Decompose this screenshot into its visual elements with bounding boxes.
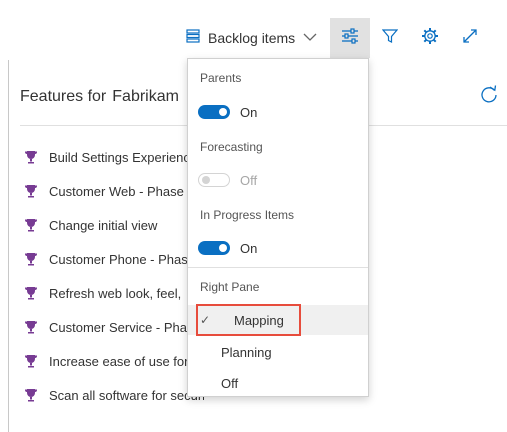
feature-title: Scan all software for security xyxy=(49,387,204,403)
option-label: Mapping xyxy=(234,312,284,328)
feature-title: Customer Web - Phase xyxy=(49,183,184,199)
parents-toggle[interactable]: On xyxy=(198,102,257,122)
forecasting-toggle-state: Off xyxy=(240,172,258,188)
toolbar: Backlog items xyxy=(0,18,507,58)
fullscreen-button[interactable] xyxy=(450,18,490,58)
view-options-menu: Parents On Forecasting Off In Progress I… xyxy=(187,58,369,397)
trophy-icon xyxy=(25,389,37,402)
list-item[interactable]: Build Settings Experience xyxy=(24,140,204,174)
menu-divider xyxy=(188,267,368,268)
forecasting-toggle[interactable]: Off xyxy=(198,170,257,190)
chevron-down-icon xyxy=(303,29,317,47)
expand-icon xyxy=(462,28,478,49)
view-options-icon xyxy=(341,27,359,49)
trophy-icon xyxy=(25,151,37,164)
feature-title: Build Settings Experience xyxy=(49,149,198,165)
trophy-icon xyxy=(25,287,37,300)
section-label-parents: Parents xyxy=(200,71,242,85)
backlog-list-icon xyxy=(186,28,200,48)
in-progress-toggle[interactable]: On xyxy=(198,238,257,258)
list-item[interactable]: Customer Service - Phase xyxy=(24,310,204,344)
feature-title: Customer Service - Phase xyxy=(49,319,201,335)
right-pane-option-planning[interactable]: Planning xyxy=(188,337,368,367)
filter-button[interactable] xyxy=(370,18,410,58)
trophy-icon xyxy=(25,219,37,232)
list-item[interactable]: Customer Phone - Phase xyxy=(24,242,204,276)
feature-title: Refresh web look, feel, xyxy=(49,285,182,301)
option-label: Planning xyxy=(221,344,272,360)
right-pane-option-mapping[interactable]: ✓ Mapping xyxy=(188,305,368,335)
feature-title: Increase ease of use for xyxy=(49,353,189,369)
list-item[interactable]: Customer Web - Phase xyxy=(24,174,204,208)
checkmark-icon: ✓ xyxy=(200,313,211,327)
feature-title: Customer Phone - Phase xyxy=(49,251,195,267)
backlog-level-selector[interactable]: Backlog items xyxy=(186,20,324,56)
feature-title: Change initial view xyxy=(49,217,158,233)
gear-icon xyxy=(421,27,439,50)
backlog-level-label: Backlog items xyxy=(208,30,296,46)
section-label-in-progress: In Progress Items xyxy=(200,208,295,222)
toggle-switch xyxy=(198,105,230,119)
panel-border xyxy=(8,60,9,432)
list-item[interactable]: Scan all software for security xyxy=(24,378,204,412)
option-label: Off xyxy=(221,375,239,391)
filter-icon xyxy=(381,28,399,49)
panel-title: Features for Fabrikam xyxy=(20,88,179,106)
settings-button[interactable] xyxy=(410,18,450,58)
view-options-button[interactable] xyxy=(330,18,370,58)
toggle-switch xyxy=(198,173,230,187)
list-item[interactable]: Change initial view xyxy=(24,208,204,242)
panel-title-prefix: Features for xyxy=(20,88,107,105)
panel-title-team: Fabrikam xyxy=(112,88,179,105)
trophy-icon xyxy=(25,321,37,334)
right-pane-option-off[interactable]: Off xyxy=(188,368,368,398)
list-item[interactable]: Increase ease of use for xyxy=(24,344,204,378)
section-label-right-pane: Right Pane xyxy=(200,280,260,294)
trophy-icon xyxy=(25,355,37,368)
toggle-switch xyxy=(198,241,230,255)
parents-toggle-state: On xyxy=(240,104,258,120)
trophy-icon xyxy=(25,185,37,198)
feature-list: Build Settings Experience Customer Web -… xyxy=(24,140,204,412)
refresh-icon[interactable] xyxy=(479,84,499,104)
trophy-icon xyxy=(25,253,37,266)
section-label-forecasting: Forecasting xyxy=(200,140,263,154)
list-item[interactable]: Refresh web look, feel, xyxy=(24,276,204,310)
in-progress-toggle-state: On xyxy=(240,240,258,256)
